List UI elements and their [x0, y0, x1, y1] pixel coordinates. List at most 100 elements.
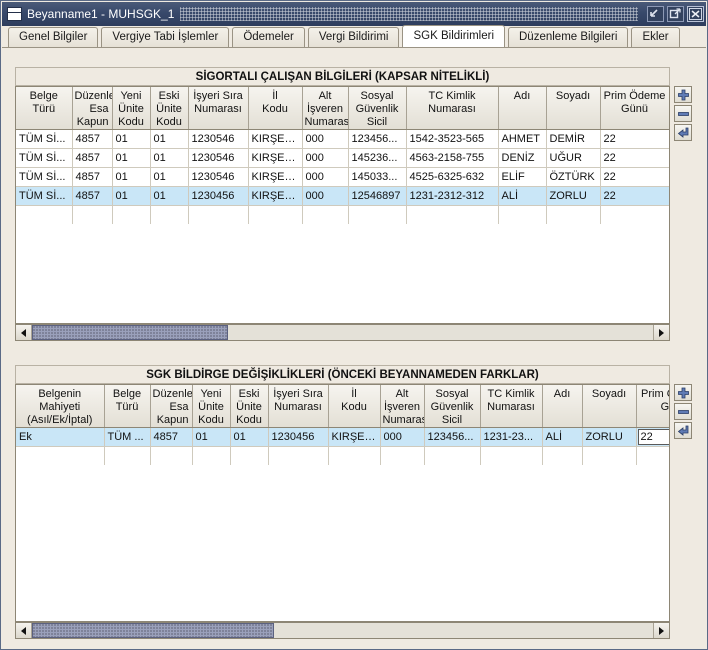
- table-cell[interactable]: ZORLU: [582, 427, 637, 447]
- table-cell[interactable]: 01: [150, 167, 189, 187]
- column-header-7[interactable]: Sosyal Güvenlik Sicil: [348, 87, 407, 130]
- tab-vergiye-tabi-islemler[interactable]: Vergiye Tabi İşlemler: [101, 27, 230, 47]
- table-cell[interactable]: 22: [600, 186, 669, 206]
- table-cell[interactable]: 4525-6325-632: [406, 167, 499, 187]
- table-cell[interactable]: ELİF: [498, 167, 547, 187]
- table-row[interactable]: TÜM Sİ... 4857 01 01 1230546 KIRŞEHİR 000 14523…: [16, 148, 669, 168]
- column-header-7[interactable]: AltİşverenNumarası: [380, 385, 425, 428]
- table-row[interactable]: Ek TÜM ... 4857 01 01 1230456 KIRŞEHİR 000 12345…: [16, 427, 669, 447]
- tab-ekler[interactable]: Ekler: [631, 27, 680, 47]
- table-cell[interactable]: DEMİR: [546, 129, 601, 149]
- sgk-bildirge-degisiklikleri-table[interactable]: Belgenin Mahiyeti (Asıl/Ek/İptal) Belge Tür…: [15, 384, 670, 622]
- delete-row-button[interactable]: [674, 403, 692, 420]
- table-cell[interactable]: KIRŞEHİR: [248, 167, 303, 187]
- horizontal-scroll-thumb[interactable]: [32, 325, 228, 340]
- column-header-11[interactable]: Prim Ödeme Günü: [600, 87, 669, 130]
- sigortali-calisan-table[interactable]: BelgeTürüDüzenlenEsaKapunYeniÜniteKoduEs…: [15, 86, 670, 324]
- add-row-button[interactable]: [674, 384, 692, 401]
- scroll-right-button[interactable]: [653, 623, 669, 638]
- table-cell[interactable]: 000: [302, 167, 349, 187]
- table-cell[interactable]: 000: [302, 129, 349, 149]
- table-cell[interactable]: 1231-23...: [480, 427, 543, 447]
- column-header-8[interactable]: Sosyal Güvenlik Sicil: [424, 385, 481, 428]
- prim-odeme-gunu-input[interactable]: 22: [637, 429, 669, 445]
- undo-button[interactable]: [674, 124, 692, 141]
- table-cell[interactable]: KIRŞEHİR: [248, 148, 303, 168]
- table-cell[interactable]: 01: [112, 148, 151, 168]
- table-cell[interactable]: 123456...: [424, 427, 481, 447]
- table-cell[interactable]: 01: [112, 167, 151, 187]
- tab-genel-bilgiler[interactable]: Genel Bilgiler: [8, 27, 99, 47]
- column-header-6[interactable]: İl Kodu: [328, 385, 381, 428]
- table-cell[interactable]: 01: [150, 129, 189, 149]
- table-cell[interactable]: 1230456: [188, 186, 249, 206]
- scroll-left-button[interactable]: [16, 623, 32, 638]
- table-cell[interactable]: 22: [600, 148, 669, 168]
- table-cell[interactable]: 123456...: [348, 129, 407, 149]
- horizontal-scrollbar[interactable]: [15, 622, 670, 639]
- maximize-button[interactable]: [667, 6, 684, 22]
- table-cell[interactable]: 22: [600, 167, 669, 187]
- table-cell[interactable]: 22: [600, 129, 669, 149]
- table-cell[interactable]: 01: [150, 186, 189, 206]
- column-header-1[interactable]: DüzenlenEsaKapun: [72, 87, 113, 130]
- column-header-11[interactable]: Soyadı: [582, 385, 637, 428]
- table-cell[interactable]: 145236...: [348, 148, 407, 168]
- table-cell[interactable]: TÜM Sİ...: [16, 148, 73, 168]
- table-row[interactable]: TÜM Sİ... 4857 01 01 1230546 KIRŞEHİR 000 12345…: [16, 129, 669, 149]
- table-cell[interactable]: 01: [112, 129, 151, 149]
- table-cell[interactable]: 01: [192, 427, 231, 447]
- table-cell[interactable]: 4857: [150, 427, 193, 447]
- table-cell[interactable]: 000: [302, 186, 349, 206]
- table-cell[interactable]: 4857: [72, 129, 113, 149]
- column-header-1[interactable]: Belge Türü: [104, 385, 151, 428]
- table-cell[interactable]: 4857: [72, 167, 113, 187]
- table-cell[interactable]: ÖZTÜRK: [546, 167, 601, 187]
- table-cell[interactable]: 01: [150, 148, 189, 168]
- column-header-2[interactable]: DüzenlenEsaKapun: [150, 385, 193, 428]
- table-cell[interactable]: TÜM Sİ...: [16, 129, 73, 149]
- column-header-8[interactable]: TC Kimlik Numarası: [406, 87, 499, 130]
- undo-button[interactable]: [674, 422, 692, 439]
- table-cell[interactable]: 4857: [72, 186, 113, 206]
- scroll-right-button[interactable]: [653, 325, 669, 340]
- table-row[interactable]: TÜM Sİ... 4857 01 01 1230546 KIRŞEHİR 000 14503…: [16, 167, 669, 187]
- table-cell[interactable]: 01: [230, 427, 269, 447]
- horizontal-scroll-thumb[interactable]: [32, 623, 274, 638]
- column-header-3[interactable]: Eski Ünite Kodu: [150, 87, 189, 130]
- table-cell[interactable]: DENİZ: [498, 148, 547, 168]
- table-cell[interactable]: ALİ: [498, 186, 547, 206]
- column-header-9[interactable]: Adı: [498, 87, 547, 130]
- column-header-10[interactable]: Soyadı: [546, 87, 601, 130]
- table-cell[interactable]: 1230546: [188, 167, 249, 187]
- table-cell[interactable]: 000: [302, 148, 349, 168]
- column-header-6[interactable]: Alt İşveren Numarası: [302, 87, 349, 130]
- column-header-5[interactable]: İşyeri Sıra Numarası: [268, 385, 329, 428]
- column-header-4[interactable]: Eski Ünite Kodu: [230, 385, 269, 428]
- table-cell[interactable]: KIRŞEHİR: [328, 427, 381, 447]
- delete-row-button[interactable]: [674, 105, 692, 122]
- title-bar[interactable]: Beyanname1 - MUHSGK_1: [2, 2, 706, 26]
- table-cell[interactable]: 01: [112, 186, 151, 206]
- column-header-9[interactable]: TC Kimlik Numarası: [480, 385, 543, 428]
- table-cell[interactable]: 000: [380, 427, 425, 447]
- table-cell[interactable]: 1230546: [188, 148, 249, 168]
- table-cell[interactable]: 22: [636, 427, 669, 447]
- scroll-track[interactable]: [32, 623, 653, 638]
- table-cell[interactable]: 1231-2312-312: [406, 186, 499, 206]
- table-cell[interactable]: 4563-2158-755: [406, 148, 499, 168]
- scroll-left-button[interactable]: [16, 325, 32, 340]
- table-cell[interactable]: AHMET: [498, 129, 547, 149]
- table-row[interactable]: TÜM Sİ... 4857 01 01 1230456 KIRŞEHİR 000 12546…: [16, 186, 669, 206]
- table-cell[interactable]: KIRŞEHİR: [248, 186, 303, 206]
- table-cell[interactable]: 1230456: [268, 427, 329, 447]
- table-cell[interactable]: Ek: [16, 427, 105, 447]
- table-cell[interactable]: ZORLU: [546, 186, 601, 206]
- scroll-track[interactable]: [32, 325, 653, 340]
- table-cell[interactable]: TÜM ...: [104, 427, 151, 447]
- table-cell[interactable]: ALİ: [542, 427, 583, 447]
- tab-odemeler[interactable]: Ödemeler: [232, 27, 305, 47]
- column-header-3[interactable]: Yeni Ünite Kodu: [192, 385, 231, 428]
- table-cell[interactable]: KIRŞEHİR: [248, 129, 303, 149]
- tab-duzenleme-bilgileri[interactable]: Düzenleme Bilgileri: [508, 27, 629, 47]
